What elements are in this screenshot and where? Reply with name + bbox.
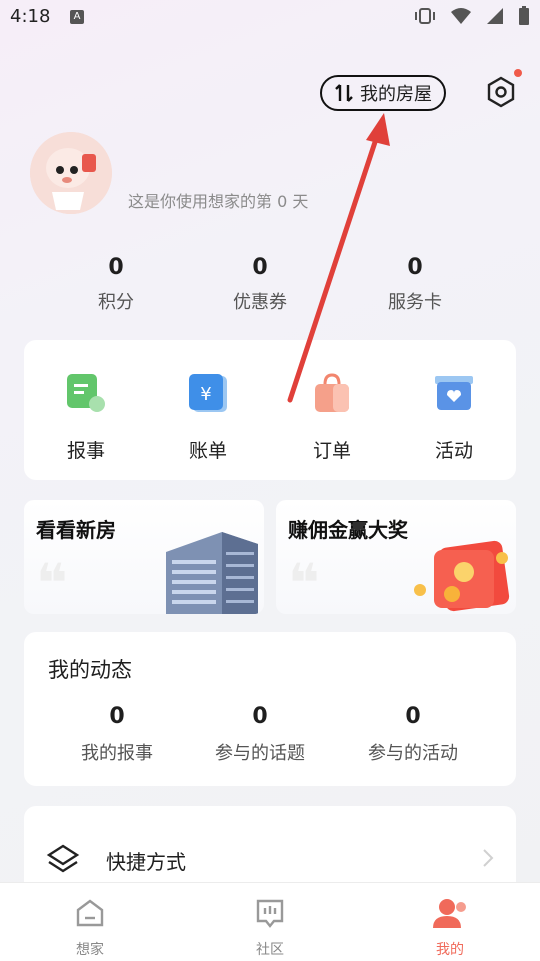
quote-mark-icon: ❝ (36, 552, 68, 614)
usage-days-text: 这是你使用想家的第 0 天 (128, 192, 309, 211)
coupons-label: 优惠券 (233, 292, 287, 313)
chevron-right-icon (483, 849, 494, 867)
shortcut-order-label: 订单 (312, 440, 351, 462)
community-icon (256, 899, 284, 928)
vibrate-icon (415, 8, 435, 24)
layers-icon (46, 844, 80, 873)
tab-home-label: 想家 (76, 942, 104, 958)
joined-topics-value: 0 (252, 704, 268, 729)
points-value: 0 (108, 255, 124, 280)
service-cards-label: 服务卡 (388, 292, 442, 313)
shortcuts-card: 报事 ¥ 账单 订单 活动 (24, 340, 516, 480)
my-reports-label: 我的报事 (81, 743, 153, 764)
building-icon (166, 532, 258, 614)
coupons-stat[interactable]: 0 优惠券 (190, 255, 330, 314)
tab-mine-label: 我的 (436, 942, 464, 958)
settings-icon[interactable] (484, 75, 518, 109)
tab-community[interactable]: 社区 (230, 897, 310, 959)
shortcut-report-label: 报事 (66, 440, 105, 462)
shortcut-report[interactable]: 报事 (36, 372, 136, 463)
coupons-value: 0 (252, 255, 268, 280)
my-activity-card: 我的动态 0 我的报事 0 参与的话题 0 参与的活动 (24, 632, 516, 786)
signal-icon (487, 8, 503, 24)
profile-icon (433, 899, 466, 928)
shortcut-bill[interactable]: ¥ 账单 (158, 372, 258, 463)
shortcut-activity[interactable]: 活动 (404, 372, 504, 463)
shortcut-order[interactable]: 订单 (282, 372, 382, 463)
points-label: 积分 (98, 292, 134, 313)
promo-new-homes[interactable]: 看看新房 ❝ (24, 500, 264, 614)
tab-mine[interactable]: 我的 (410, 897, 490, 959)
home-icon (76, 899, 104, 927)
service-cards-stat[interactable]: 0 服务卡 (345, 255, 485, 314)
notification-dot (514, 69, 522, 77)
switch-icon (335, 84, 353, 102)
points-stat[interactable]: 0 积分 (46, 255, 186, 314)
promo-commission[interactable]: 赚佣金赢大奖 ❝ (276, 500, 516, 614)
my-activity-title: 我的动态 (48, 658, 132, 682)
status-badge: A (70, 10, 84, 24)
order-icon (315, 373, 349, 412)
quote-mark-icon: ❝ (288, 552, 320, 614)
red-envelope-icon (414, 540, 510, 612)
bill-icon: ¥ (189, 374, 227, 412)
shortcut-activity-label: 活动 (434, 440, 473, 462)
svg-text:¥: ¥ (200, 384, 211, 405)
joined-topics-label: 参与的话题 (215, 743, 305, 764)
my-house-button[interactable]: 我的房屋 (320, 75, 446, 111)
joined-activities-label: 参与的活动 (368, 743, 458, 764)
report-icon (67, 374, 105, 412)
avatar[interactable] (30, 132, 112, 214)
joined-activities-value: 0 (405, 704, 421, 729)
promo-commission-title: 赚佣金赢大奖 (288, 518, 408, 542)
my-reports-value: 0 (109, 704, 125, 729)
my-reports-stat[interactable]: 0 我的报事 (42, 704, 192, 765)
wifi-icon (451, 8, 471, 24)
quick-shortcuts-label: 快捷方式 (106, 850, 186, 874)
joined-activities-stat[interactable]: 0 参与的活动 (338, 704, 488, 765)
battery-icon (519, 6, 529, 25)
status-time: 4:18 (10, 6, 51, 27)
bottom-tab-bar: 想家 社区 我的 (0, 882, 540, 961)
joined-topics-stat[interactable]: 0 参与的话题 (185, 704, 335, 765)
activity-icon (435, 376, 473, 410)
shortcut-bill-label: 账单 (188, 440, 227, 462)
tab-home[interactable]: 想家 (50, 897, 130, 959)
status-icons (414, 6, 530, 26)
promo-new-homes-title: 看看新房 (36, 518, 116, 542)
tab-community-label: 社区 (256, 942, 284, 958)
my-house-label: 我的房屋 (360, 84, 432, 105)
service-cards-value: 0 (407, 255, 423, 280)
avatar-mascot-icon (30, 132, 112, 214)
